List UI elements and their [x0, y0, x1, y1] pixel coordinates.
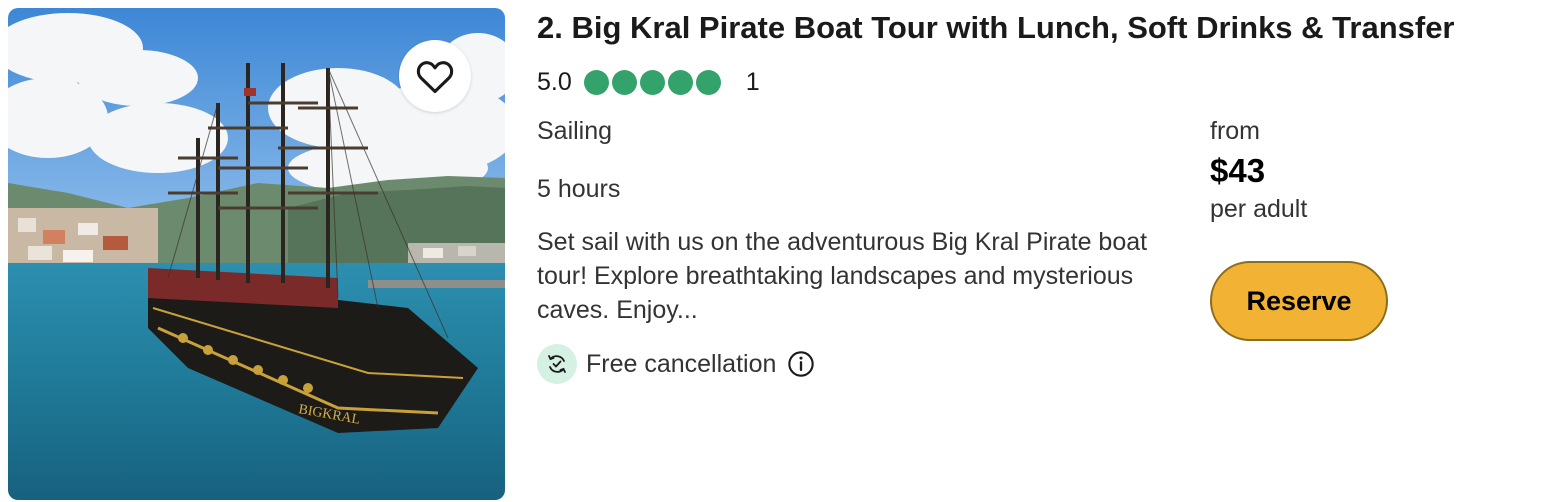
listing-title[interactable]: 2. Big Kral Pirate Boat Tour with Lunch,… — [537, 8, 1455, 48]
tour-description: Set sail with us on the adventurous Big … — [537, 228, 1148, 324]
tour-photo[interactable]: BIGKRAL — [8, 8, 505, 500]
rating-bubbles — [583, 69, 724, 95]
price-from-label: from — [1210, 117, 1260, 145]
reserve-button[interactable]: Reserve — [1210, 261, 1388, 341]
price-value: $43 — [1210, 152, 1266, 189]
price-per-label: per adult — [1210, 195, 1308, 223]
tour-duration: 5 hours — [537, 175, 621, 203]
cancellation-label: Free cancellation — [586, 349, 777, 378]
favorite-button[interactable] — [399, 40, 471, 112]
rating-bubble — [639, 69, 665, 95]
rating-bubble — [611, 69, 637, 95]
rating-bubble — [667, 69, 693, 95]
rating-value: 5.0 — [537, 67, 572, 96]
rating-bubble — [695, 69, 721, 95]
info-icon[interactable] — [787, 350, 815, 378]
refresh-check-icon — [537, 344, 577, 384]
heart-icon — [415, 58, 455, 94]
cancellation-row: Free cancellation — [537, 344, 815, 384]
rating-bubble — [583, 69, 609, 95]
tour-category: Sailing — [537, 117, 613, 145]
rating-row: 5.0 1 — [537, 66, 760, 98]
review-count[interactable]: 1 — [746, 68, 760, 97]
